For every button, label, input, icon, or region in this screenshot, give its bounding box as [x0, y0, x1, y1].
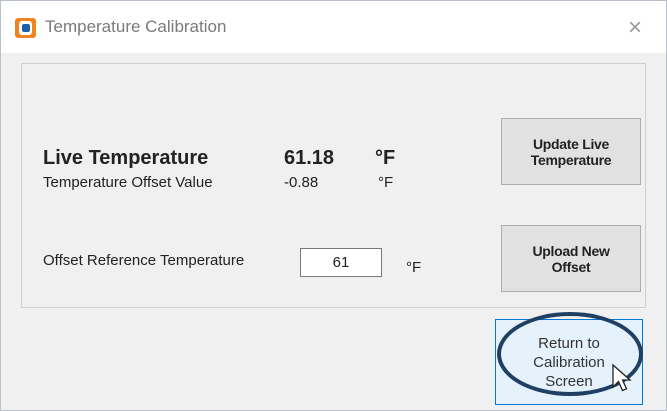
reference-temperature-input[interactable] [300, 248, 382, 277]
mouse-cursor-icon [612, 363, 632, 392]
window-title: Temperature Calibration [45, 17, 227, 36]
live-temperature-value: 61.18 [284, 147, 335, 169]
reference-temperature-label: Offset Reference Temperature [43, 252, 245, 269]
offset-value-label: Temperature Offset Value [43, 174, 213, 191]
offset-value: -0.88 [284, 174, 319, 191]
close-button[interactable]: × [618, 11, 652, 45]
offset-value-unit: °F [378, 174, 394, 191]
calibration-window: Temperature Calibration × Live Temperatu… [0, 0, 667, 411]
upload-new-offset-button[interactable]: Upload New Offset [501, 225, 641, 292]
update-live-temperature-button[interactable]: Update Live Temperature [501, 118, 641, 185]
live-temperature-unit: °F [375, 147, 396, 169]
app-logo-icon [15, 18, 36, 38]
reference-temperature-unit: °F [406, 259, 422, 276]
title-bar[interactable]: Temperature Calibration × [1, 1, 666, 53]
live-temperature-label: Live Temperature [43, 147, 209, 169]
